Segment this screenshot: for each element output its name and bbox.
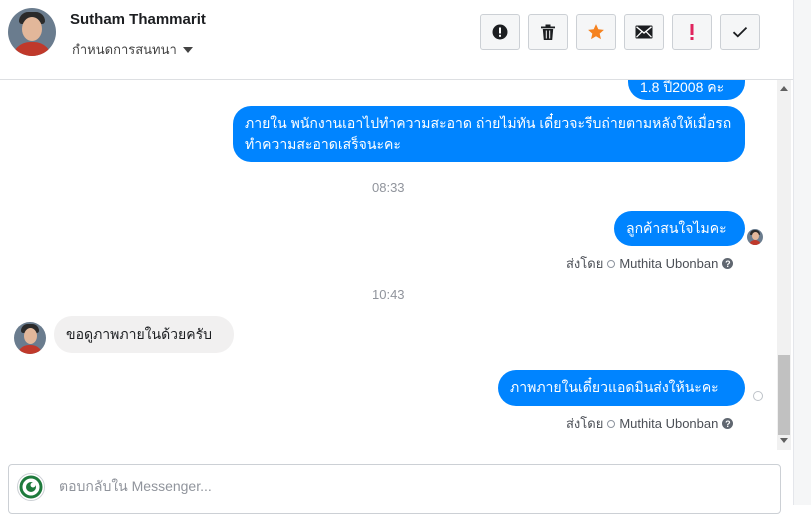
reply-input[interactable]: [57, 477, 661, 495]
scroll-up-arrow-icon[interactable]: [780, 86, 788, 91]
delivered-check-icon: [753, 391, 763, 401]
sent-by-name[interactable]: Muthita Ubonban: [619, 416, 718, 431]
conversation-thread[interactable]: 1.8 ปี2008 คะ ภายใน พนักงานเอาไปทำความสะ…: [0, 80, 777, 450]
delete-button[interactable]: [528, 14, 568, 50]
message-bubble-outgoing[interactable]: ลูกค้าสนใจไมคะ: [614, 211, 745, 246]
reply-composer[interactable]: [8, 464, 781, 514]
sent-check-icon: [607, 259, 616, 268]
message-text: ขอดูภาพภายในด้วยครับ: [66, 326, 213, 342]
page-logo-icon: [19, 475, 43, 499]
message-text: ภายใน พนักงานเอาไปทำความสะอาด ถ่ายไม่ทัน…: [245, 115, 732, 152]
star-icon: [588, 24, 604, 40]
seen-avatar: [747, 229, 763, 245]
message-bubble-outgoing[interactable]: ภายใน พนักงานเอาไปทำความสะอาด ถ่ายไม่ทัน…: [233, 106, 745, 162]
conversation-header: Sutham Thammarit กำหนดการสนทนา: [0, 0, 793, 80]
follow-up-button[interactable]: [672, 14, 712, 50]
alert-circle-icon: [492, 24, 508, 40]
sent-by-prefix: ส่งโดย: [566, 256, 604, 271]
side-panel-edge: [793, 0, 811, 505]
envelope-icon: [635, 25, 653, 39]
help-icon[interactable]: ?: [722, 258, 734, 269]
message-text: ภาพภายในเดี๋ยวแอดมินส่งให้นะคะ: [510, 379, 719, 395]
sent-by-info: ส่งโดย Muthita Ubonban ?: [566, 253, 734, 274]
message-bubble-outgoing[interactable]: ภาพภายในเดี๋ยวแอดมินส่งให้นะคะ: [498, 370, 745, 406]
mark-unread-button[interactable]: [624, 14, 664, 50]
page-avatar: [17, 473, 45, 501]
conversation-scrollbar[interactable]: [777, 80, 791, 450]
sent-by-name[interactable]: Muthita Ubonban: [619, 256, 718, 271]
message-bubble-incoming[interactable]: ขอดูภาพภายในด้วยครับ: [54, 316, 234, 353]
trash-icon: [541, 24, 555, 40]
star-button[interactable]: [576, 14, 616, 50]
message-text: 1.8 ปี2008 คะ: [640, 80, 725, 95]
mark-done-button[interactable]: [720, 14, 760, 50]
caret-down-icon: [182, 46, 193, 53]
report-spam-button[interactable]: [480, 14, 520, 50]
help-icon[interactable]: ?: [722, 418, 734, 429]
check-icon: [732, 26, 748, 38]
customer-avatar[interactable]: [14, 322, 46, 354]
conversation-label-dropdown[interactable]: กำหนดการสนทนา: [72, 39, 193, 60]
message-text: ลูกค้าสนใจไมคะ: [626, 220, 727, 236]
sent-by-info: ส่งโดย Muthita Ubonban ?: [566, 413, 734, 434]
scroll-down-arrow-icon[interactable]: [780, 438, 788, 443]
timestamp: 08:33: [372, 180, 405, 195]
message-bubble-outgoing[interactable]: 1.8 ปี2008 คะ: [628, 80, 745, 100]
sent-by-prefix: ส่งโดย: [566, 416, 604, 431]
sent-check-icon: [607, 419, 616, 428]
scrollbar-thumb[interactable]: [778, 355, 790, 435]
exclamation-icon: [690, 24, 694, 40]
contact-name[interactable]: Sutham Thammarit: [70, 11, 206, 28]
timestamp: 10:43: [372, 287, 405, 302]
conversation-label-text: กำหนดการสนทนา: [72, 42, 177, 57]
contact-avatar[interactable]: [8, 8, 56, 56]
